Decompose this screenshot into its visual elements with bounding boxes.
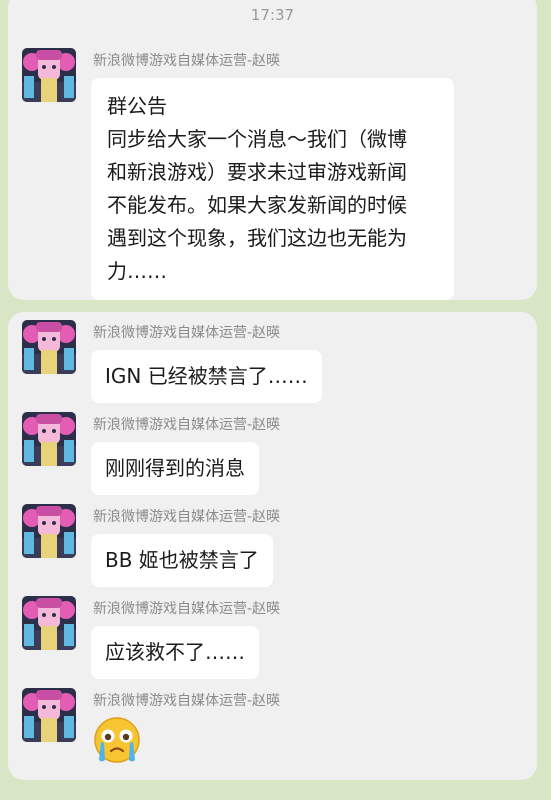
sender-name: 新浪微博游戏自媒体运营-赵暎 [93, 601, 281, 617]
avatar-image [22, 320, 76, 374]
announcement-card: 17:37 新浪微博游戏自媒体运营-赵暎 群公告 同步给大家一个消息～我们（微博… [8, 0, 537, 300]
crying-face-icon [94, 717, 140, 763]
sender-name: 新浪微博游戏自媒体运营-赵暎 [93, 417, 281, 433]
announcement-line: 遇到这个现象，我们这边也无能为 [107, 226, 407, 250]
announcement-line: 和新浪游戏）要求未过审游戏新闻 [107, 160, 407, 184]
messages-card: 新浪微博游戏自媒体运营-赵暎 IGN 已经被禁言了…… 新浪微博游戏自媒体运营-… [8, 312, 537, 780]
avatar[interactable] [22, 504, 76, 558]
message-bubble[interactable]: IGN 已经被禁言了…… [91, 350, 322, 403]
message-bubble[interactable]: 刚刚得到的消息 [91, 442, 259, 495]
message-bubble[interactable]: BB 姬也被禁言了 [91, 534, 273, 587]
announcement-line: 力…… [107, 259, 167, 283]
avatar-image [22, 412, 76, 466]
avatar-image [22, 504, 76, 558]
avatar[interactable] [22, 48, 76, 102]
sender-name: 新浪微博游戏自媒体运营-赵暎 [93, 509, 281, 525]
avatar-image [22, 48, 76, 102]
announcement-line: 同步给大家一个消息～我们（微博 [107, 127, 407, 151]
avatar[interactable] [22, 596, 76, 650]
avatar[interactable] [22, 320, 76, 374]
sender-name: 新浪微博游戏自媒体运营-赵暎 [93, 693, 281, 709]
avatar-image [22, 596, 76, 650]
avatar[interactable] [22, 412, 76, 466]
sender-name: 新浪微博游戏自媒体运营-赵暎 [93, 53, 281, 69]
announcement-title: 群公告 [107, 94, 167, 118]
avatar-image [22, 688, 76, 742]
avatar[interactable] [22, 688, 76, 742]
announcement-bubble[interactable]: 群公告 同步给大家一个消息～我们（微博 和新浪游戏）要求未过审游戏新闻 不能发布… [91, 78, 454, 300]
message-bubble[interactable]: 应该救不了…… [91, 626, 259, 679]
timestamp: 17:37 [250, 6, 295, 24]
message-bubble[interactable] [91, 716, 143, 776]
announcement-line: 不能发布。如果大家发新闻的时候 [107, 193, 407, 217]
sender-name: 新浪微博游戏自媒体运营-赵暎 [93, 325, 281, 341]
